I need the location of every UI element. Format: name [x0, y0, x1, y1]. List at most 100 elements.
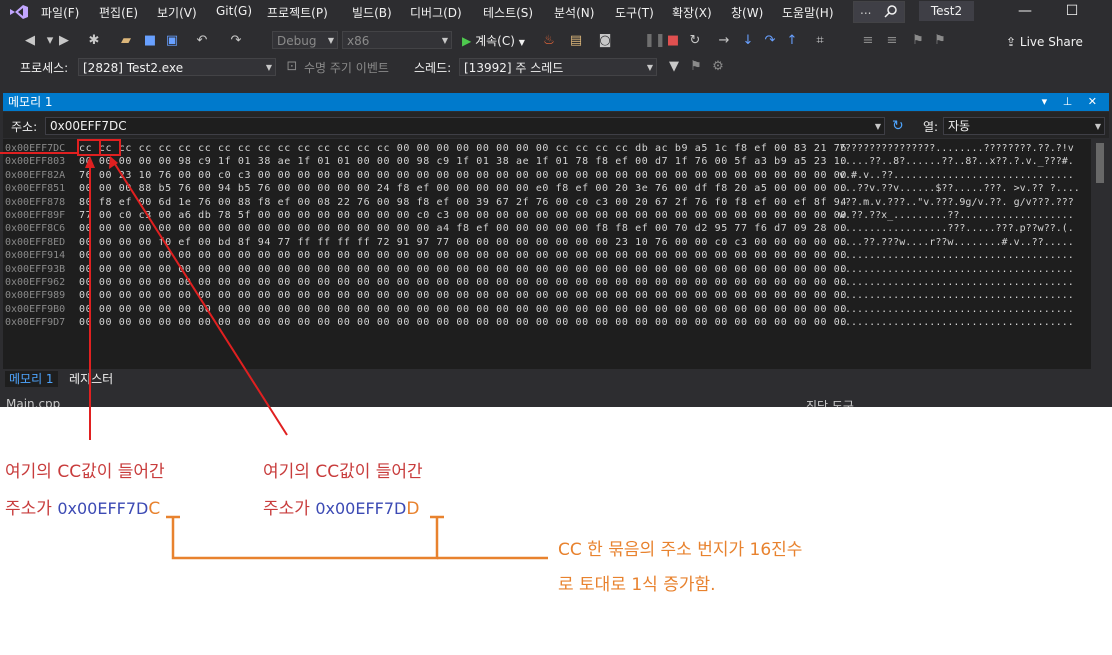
- memory-row-bytes[interactable]: 00 00 00 00 00 00 00 00 00 00 00 00 00 0…: [79, 222, 847, 235]
- menu-test[interactable]: 테스트(S): [483, 4, 533, 21]
- memory-row-bytes[interactable]: 80 f8 ef 00 6d 1e 76 00 88 f8 ef 00 08 2…: [79, 196, 847, 209]
- menu-analyze[interactable]: 분석(N): [554, 4, 594, 21]
- scrollbar-thumb[interactable]: [1096, 143, 1104, 183]
- flag-thread-icon[interactable]: ⚑: [688, 59, 704, 75]
- filter-icon[interactable]: ▼: [666, 59, 682, 75]
- memory-row-address: 0x00EFF803: [5, 156, 66, 168]
- memory-row-address: 0x00EFF962: [5, 277, 66, 288]
- memory-row-bytes[interactable]: 00 00 00 00 00 00 00 00 00 00 00 00 00 0…: [79, 303, 847, 316]
- annotation-left-address: 0x00EFF7D: [57, 499, 149, 518]
- menu-bar: 파일(F) 편집(E) 보기(V) Git(G) 프로젝트(P) 빌드(B) 디…: [0, 0, 1112, 24]
- screenshot-icon[interactable]: ◙: [597, 33, 613, 49]
- memory-row-bytes[interactable]: 00 00 00 00 00 98 c9 1f 01 38 ae 1f 01 0…: [79, 155, 847, 168]
- continue-label: 계속(C): [475, 34, 515, 48]
- bookmark-icon[interactable]: ⚑: [910, 33, 926, 49]
- browse-icon[interactable]: ▤: [568, 33, 584, 49]
- configuration-select[interactable]: Debug ▼: [272, 31, 338, 49]
- memory-row-ascii: .??.m.v.???.."v.???.9g/v.??. g/v???.???: [839, 196, 1074, 208]
- back-icon[interactable]: ◀: [22, 33, 38, 49]
- menu-view[interactable]: 보기(V): [157, 4, 197, 21]
- standard-toolbar: ◀ ▾ ▶ ✱ ▰ ■ ▣ ↶ ↷ Debug ▼ x86 ▼ ♨ ▤ ◙ ❚❚ ■…: [0, 28, 1112, 54]
- memory-row-bytes[interactable]: 00 00 00 00 00 00 00 00 00 00 00 00 00 0…: [79, 276, 847, 289]
- memory-row-address: 0x00EFF989: [5, 290, 66, 302]
- menu-project[interactable]: 프로젝트(P): [267, 4, 328, 21]
- new-project-icon[interactable]: ✱: [86, 33, 102, 49]
- comment-icon[interactable]: ≡: [860, 33, 876, 49]
- columns-label: 열:: [923, 120, 939, 134]
- memory-row-ascii: .......................................: [839, 263, 1074, 275]
- pause-icon[interactable]: ❚❚: [644, 33, 666, 49]
- thread-select[interactable]: [13992] 주 스레드 ▼: [459, 58, 657, 76]
- live-share-label: Live Share: [1019, 35, 1083, 49]
- memory-dump[interactable]: 0x00EFF7DC cc cc cc cc cc cc cc cc cc cc …: [3, 139, 1091, 369]
- stop-icon[interactable]: ■: [665, 33, 681, 49]
- menu-edit[interactable]: 편집(E): [99, 4, 138, 21]
- refresh-icon[interactable]: ↻: [892, 119, 906, 133]
- continue-button[interactable]: ▶ 계속(C) ▼: [462, 32, 525, 49]
- memory-scrollbar[interactable]: [1091, 139, 1109, 369]
- annotation-right-line2: 주소가 0x00EFF7DD: [263, 494, 419, 519]
- annotation-right-suffix: D: [406, 499, 420, 519]
- save-all-icon[interactable]: ▣: [164, 33, 180, 49]
- platform-select[interactable]: x86 ▼: [342, 31, 452, 49]
- columns-value: 자동: [948, 119, 971, 133]
- show-next-statement-icon[interactable]: →: [716, 33, 732, 49]
- tab-memory-1[interactable]: 메모리 1: [5, 371, 58, 387]
- menu-window[interactable]: 창(W): [731, 4, 763, 21]
- menu-file[interactable]: 파일(F): [41, 4, 79, 21]
- menu-extensions[interactable]: 확장(X): [672, 4, 712, 21]
- step-out-icon[interactable]: ↑: [784, 33, 800, 49]
- redo-icon[interactable]: ↷: [228, 33, 244, 49]
- uncomment-icon[interactable]: ≡: [884, 33, 900, 49]
- menu-debug[interactable]: 디버그(D): [410, 4, 462, 21]
- tab-main-cpp[interactable]: Main.cpp: [6, 397, 60, 407]
- process-label: 프로세스:: [20, 61, 69, 75]
- process-select[interactable]: [2828] Test2.exe ▼: [78, 58, 276, 76]
- memory-row-bytes[interactable]: 00 00 00 00 00 00 00 00 00 00 00 00 00 0…: [79, 263, 847, 276]
- address-input[interactable]: 0x00EFF7DC ▼: [45, 117, 885, 135]
- maximize-icon[interactable]: ☐: [1062, 2, 1082, 20]
- memory-row-bytes[interactable]: 00 00 00 00 f0 ef 00 bd 8f 94 77 ff ff f…: [79, 236, 847, 249]
- bookmark-next-icon[interactable]: ⚑: [932, 33, 948, 49]
- memory-row-ascii: ...??v.??v......$??.....???. >v.?? ?....: [839, 183, 1080, 195]
- memory-row-bytes[interactable]: cc cc cc cc cc cc cc cc cc cc cc cc cc c…: [79, 142, 847, 155]
- memory-row-address: 0x00EFF82A: [5, 169, 66, 181]
- memory-row-bytes[interactable]: 00 00 00 00 00 00 00 00 00 00 00 00 00 0…: [79, 316, 847, 329]
- save-icon[interactable]: ■: [142, 33, 158, 49]
- undo-icon[interactable]: ↶: [194, 33, 210, 49]
- step-into-icon[interactable]: ↓: [740, 33, 756, 49]
- memory-row-ascii: .......................................: [839, 250, 1074, 262]
- tab-registers[interactable]: 레지스터: [65, 371, 117, 387]
- open-folder-icon[interactable]: ▰: [118, 33, 134, 49]
- menu-git[interactable]: Git(G): [216, 4, 252, 18]
- hex-display-icon[interactable]: ⌗: [812, 33, 828, 49]
- lifecycle-events-icon[interactable]: ⊡: [284, 59, 300, 75]
- menu-help[interactable]: 도움말(H): [782, 4, 834, 21]
- restart-icon[interactable]: ↻: [687, 33, 703, 49]
- search-box[interactable]: ...: [853, 1, 905, 23]
- annotation-right-address: 0x00EFF7D: [315, 499, 407, 518]
- memory-row-address: 0x00EFF851: [5, 183, 66, 195]
- memory-row-address: 0x00EFF9B0: [5, 303, 66, 315]
- window-controls[interactable]: ▾ ⊥ ✕: [1042, 93, 1103, 111]
- memory-row-bytes[interactable]: 00 00 00 88 b5 76 00 94 b5 76 00 00 00 0…: [79, 182, 847, 195]
- memory-row-bytes[interactable]: 00 00 00 00 00 00 00 00 00 00 00 00 00 0…: [79, 249, 847, 262]
- memory-row-bytes[interactable]: 76 00 23 10 76 00 00 c0 c3 00 00 00 00 0…: [79, 169, 847, 182]
- lifecycle-events-button[interactable]: 수명 주기 이벤트: [304, 59, 389, 76]
- tab-diagnostic-tools[interactable]: 진단 도구: [806, 397, 854, 407]
- forward-icon[interactable]: ▶: [56, 33, 72, 49]
- debug-location-toolbar: 프로세스: [2828] Test2.exe ▼ ⊡ 수명 주기 이벤트 스레드:…: [0, 55, 1112, 79]
- menu-tools[interactable]: 도구(T): [615, 4, 654, 21]
- columns-select[interactable]: 자동 ▼: [943, 117, 1105, 135]
- memory-row-bytes[interactable]: 77 00 c0 c3 00 a6 db 78 5f 00 00 00 00 0…: [79, 209, 847, 222]
- address-value: 0x00EFF7DC: [50, 119, 127, 133]
- menu-build[interactable]: 빌드(B): [352, 4, 392, 21]
- stack-frame-icon[interactable]: ⚙: [710, 59, 726, 75]
- hot-reload-icon[interactable]: ♨: [541, 33, 557, 49]
- live-share-button[interactable]: ⇪ Live Share: [1006, 35, 1083, 49]
- memory-row-bytes[interactable]: 00 00 00 00 00 00 00 00 00 00 00 00 00 0…: [79, 289, 847, 302]
- minimize-icon[interactable]: —: [1015, 2, 1035, 20]
- memory-row-ascii: v.#.v..??..............................: [839, 169, 1074, 181]
- step-over-icon[interactable]: ↷: [762, 33, 778, 49]
- annotation-note-line2: 로 토대로 1식 증가함.: [558, 575, 716, 595]
